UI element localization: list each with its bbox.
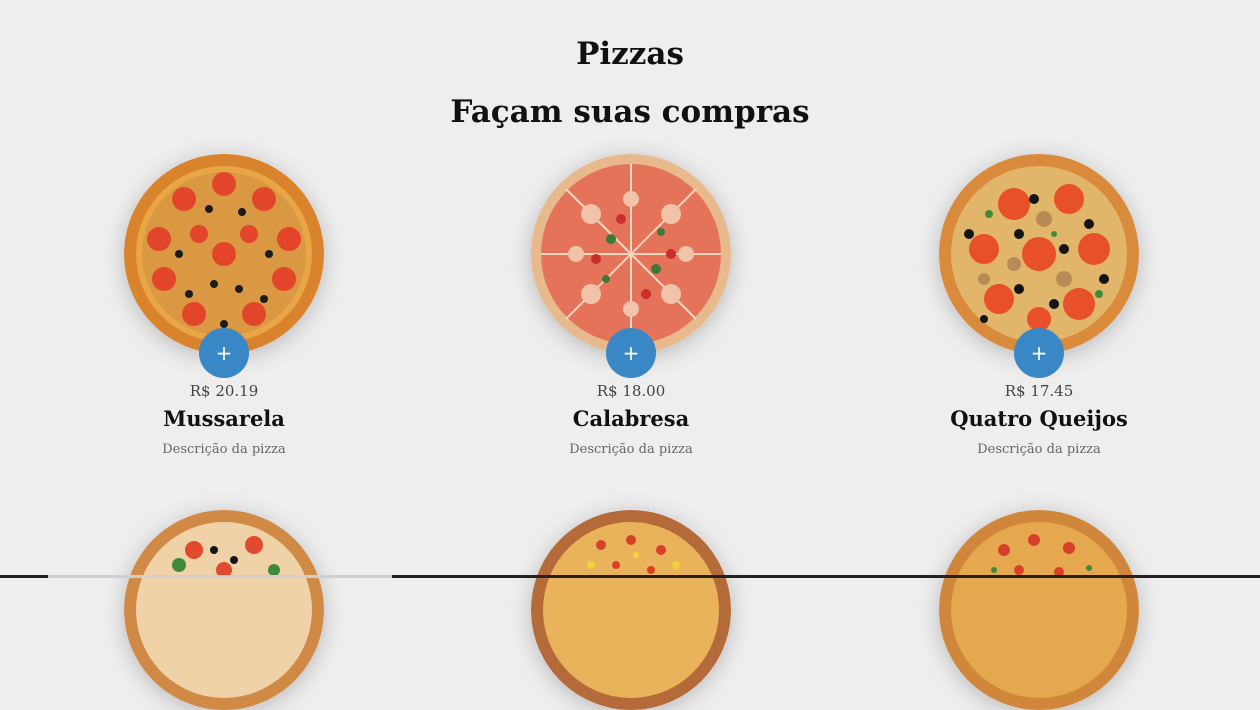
pizza-image[interactable] <box>531 154 731 354</box>
add-to-cart-button[interactable]: + <box>199 328 249 378</box>
pizza-image-row2-1[interactable] <box>124 510 324 710</box>
pizza-image-row2-2[interactable] <box>531 510 731 710</box>
page-title: Pizzas <box>576 36 684 72</box>
product-price: R$ 20.19 <box>189 382 259 400</box>
add-to-cart-button[interactable]: + <box>606 328 656 378</box>
add-to-cart-button[interactable]: + <box>1014 328 1064 378</box>
product-name: Quatro Queijos <box>950 406 1128 431</box>
pizza-image[interactable] <box>939 154 1139 354</box>
page-subtitle: Façam suas compras <box>450 94 810 130</box>
product-description: Descrição da pizza <box>977 442 1101 457</box>
pizza-image[interactable] <box>124 154 324 354</box>
product-description: Descrição da pizza <box>162 442 286 457</box>
product-price: R$ 18.00 <box>596 382 666 400</box>
pizza-image-row2-3[interactable] <box>939 510 1139 710</box>
product-name: Mussarela <box>163 406 285 431</box>
product-price: R$ 17.45 <box>1004 382 1074 400</box>
product-description: Descrição da pizza <box>569 442 693 457</box>
product-name: Calabresa <box>572 406 690 431</box>
